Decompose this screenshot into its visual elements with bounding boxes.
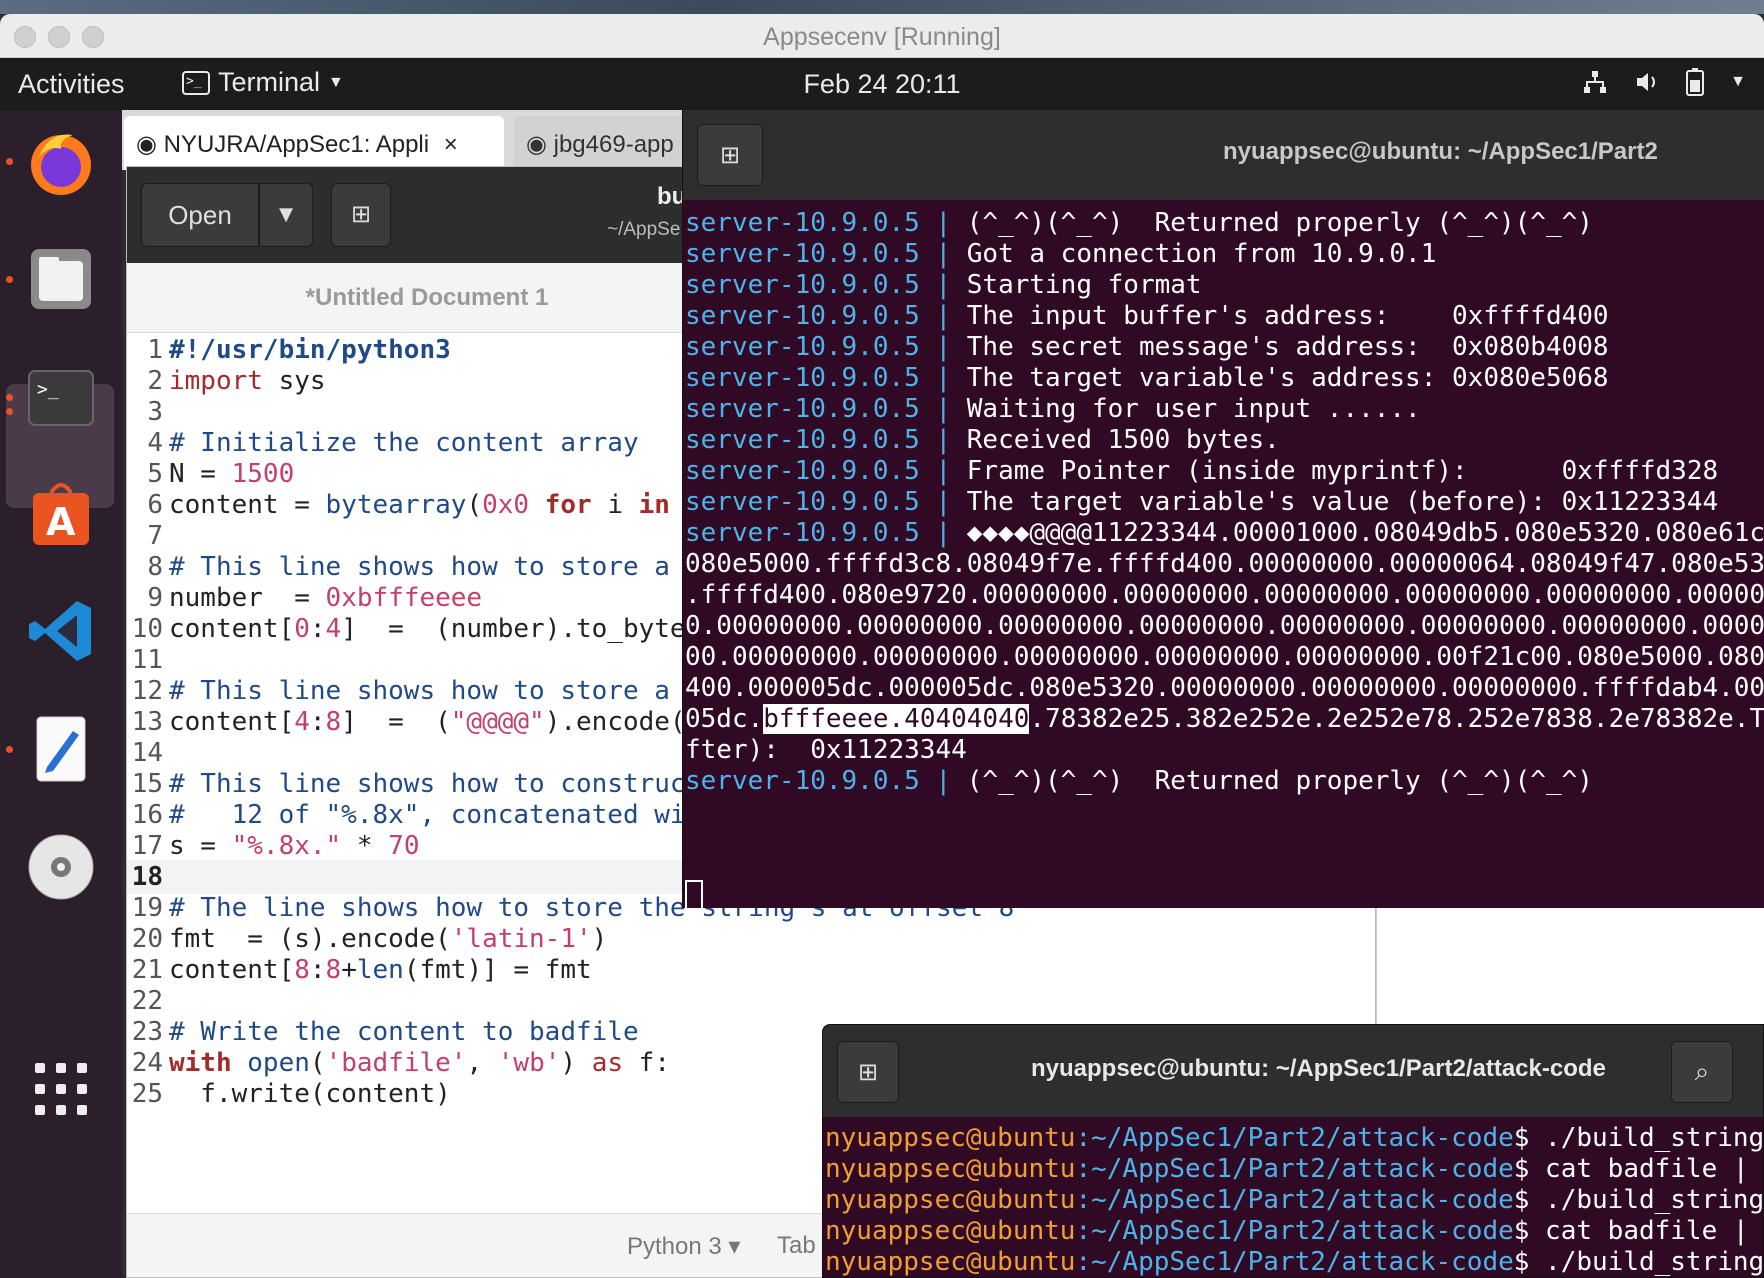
vm-window-titlebar: Appsecenv [Running] <box>0 14 1764 58</box>
prompt-line: nyuappsec@ubuntu:~/AppSec1/Part2/attack-… <box>825 1247 1763 1277</box>
terminal-line: server-10.9.0.5 | ◆◆◆◆@@@@11223344.00001… <box>685 518 1764 548</box>
new-terminal-tab-button[interactable]: ⊞ <box>837 1041 899 1103</box>
github-icon: ◉ <box>526 131 547 158</box>
running-indicator <box>6 394 13 401</box>
terminal-title: nyuappsec@ubuntu: ~/AppSec1/Part2 <box>1223 138 1658 165</box>
terminal-line: 05dc.bfffeeee.40404040.78382e25.382e252e… <box>685 704 1764 734</box>
terminal-line: server-10.9.0.5 | The secret message's a… <box>685 332 1609 362</box>
terminal-cursor <box>685 880 703 914</box>
language-selector[interactable]: Python 3 ▾ <box>627 1232 740 1261</box>
terminal-line: server-10.9.0.5 | The target variable's … <box>685 487 1719 517</box>
terminal-line: server-10.9.0.5 | (^_^)(^_^) Returned pr… <box>685 766 1593 796</box>
desktop-background <box>0 0 1764 14</box>
browser-tab-label: jbg469-app <box>553 131 674 158</box>
software-center-icon: A <box>33 483 89 545</box>
open-button[interactable]: Open <box>141 183 259 247</box>
disc-launcher[interactable] <box>22 828 100 906</box>
terminal-line: 00.00000000.00000000.00000000.00000000.0… <box>685 642 1764 672</box>
files-launcher[interactable] <box>22 240 100 318</box>
terminal-output[interactable]: nyuappsec@ubuntu:~/AppSec1/Part2/attack-… <box>825 1121 1763 1277</box>
show-applications-button[interactable] <box>22 1050 100 1128</box>
gedit-subtitle: ~/AppSe <box>607 219 681 240</box>
svg-text:>_: >_ <box>37 379 59 400</box>
ubuntu-dock: >_ A <box>0 110 122 1278</box>
text-editor-launcher[interactable] <box>22 710 100 788</box>
chevron-down-icon: ▼ <box>279 204 293 225</box>
new-tab-icon: ⊞ <box>719 141 741 169</box>
new-document-button[interactable]: ⊞ <box>331 183 391 247</box>
search-icon: ⌕ <box>1694 1057 1710 1087</box>
selected-text[interactable]: bfffeeee.40404040 <box>763 704 1030 734</box>
system-tray[interactable]: ▼ <box>1582 68 1746 96</box>
software-launcher[interactable]: A <box>22 474 100 552</box>
vm-window-title: Appsecenv [Running] <box>763 23 1001 51</box>
svg-text:A: A <box>46 500 76 544</box>
code-line: 21 content[8:8+len(fmt)] = fmt <box>131 955 592 985</box>
terminal-output[interactable]: server-10.9.0.5 | (^_^)(^_^) Returned pr… <box>685 206 1764 906</box>
terminal-search-button[interactable]: ⌕ <box>1671 1041 1733 1103</box>
prompt-line: nyuappsec@ubuntu:~/AppSec1/Part2/attack-… <box>825 1216 1763 1246</box>
browser-tab-jbg469[interactable]: ◉ jbg469-app <box>514 116 704 170</box>
terminal-icon: >_ <box>28 370 94 426</box>
running-indicator <box>6 158 13 165</box>
terminal-line: 400.000005dc.000005dc.080e5320.00000000.… <box>685 673 1764 703</box>
prompt-line: nyuappsec@ubuntu:~/AppSec1/Part2/attack-… <box>825 1185 1763 1215</box>
text-editor-icon <box>36 716 86 782</box>
document-tab[interactable]: *Untitled Document 1 <box>127 263 727 333</box>
new-tab-icon: ⊞ <box>857 1058 879 1086</box>
code-line: 22 <box>131 986 163 1016</box>
terminal-line: server-10.9.0.5 | (^_^)(^_^) Returned pr… <box>685 208 1593 238</box>
battery-icon <box>1686 68 1705 96</box>
terminal-line: 0.00000000.00000000.00000000.00000000.00… <box>685 611 1764 641</box>
terminal-line: server-10.9.0.5 | Received 1500 bytes. <box>685 425 1280 455</box>
terminal-window-part2[interactable]: ⊞ nyuappsec@ubuntu: ~/AppSec1/Part2 serv… <box>682 110 1764 914</box>
firefox-icon <box>31 134 91 195</box>
terminal-line: server-10.9.0.5 | Got a connection from … <box>685 239 1437 269</box>
prompt-line: nyuappsec@ubuntu:~/AppSec1/Part2/attack-… <box>825 1123 1763 1153</box>
files-icon <box>31 249 91 309</box>
prompt-line: nyuappsec@ubuntu:~/AppSec1/Part2/attack-… <box>825 1154 1763 1184</box>
terminal-line: server-10.9.0.5 | Starting format <box>685 270 1202 300</box>
terminal-headerbar: ⊞ nyuappsec@ubuntu: ~/AppSec1/Part2 <box>683 110 1764 200</box>
system-menu-chevron-icon: ▼ <box>1730 73 1746 90</box>
background-window-panel <box>1376 908 1764 1028</box>
terminal-line: server-10.9.0.5 | Waiting for user input… <box>685 394 1421 424</box>
new-tab-icon: ⊞ <box>350 200 372 228</box>
network-icon <box>1584 71 1607 93</box>
app-grid-icon <box>35 1063 87 1115</box>
running-indicator <box>6 408 13 415</box>
ubuntu-top-bar: Activities >_ Terminal ▼ Feb 24 20:11 ▼ <box>0 58 1764 110</box>
code-line: 20 fmt = (s).encode('latin-1') <box>131 924 608 954</box>
vscode-icon <box>29 601 91 661</box>
clock[interactable]: Feb 24 20:11 <box>0 69 1764 100</box>
running-indicator <box>6 276 13 283</box>
terminal-window-attack-code[interactable]: ⊞ nyuappsec@ubuntu: ~/AppSec1/Part2/atta… <box>822 1024 1764 1278</box>
firefox-launcher[interactable] <box>22 124 100 202</box>
terminal-launcher[interactable]: >_ <box>22 358 100 436</box>
browser-tab-appsec1[interactable]: ◉ NYUJRA/AppSec1: Appli × <box>124 116 504 170</box>
terminal-line: fter): 0x11223344 <box>685 735 967 765</box>
open-recent-dropdown[interactable]: ▼ <box>259 183 313 247</box>
terminal-line: .ffffd400.080e9720.00000000.00000000.000… <box>685 580 1764 610</box>
new-terminal-tab-button[interactable]: ⊞ <box>697 124 763 186</box>
github-icon: ◉ <box>136 131 157 158</box>
terminal-line: server-10.9.0.5 | The target variable's … <box>685 363 1609 393</box>
terminal-line: server-10.9.0.5 | The input buffer's add… <box>685 301 1609 331</box>
terminal-headerbar: ⊞ nyuappsec@ubuntu: ~/AppSec1/Part2/atta… <box>823 1025 1763 1117</box>
close-tab-icon[interactable]: × <box>444 131 458 158</box>
terminal-line: server-10.9.0.5 | Frame Pointer (inside … <box>685 456 1719 486</box>
terminal-line: 080e5000.ffffd3c8.08049f7e.ffffd400.0000… <box>685 549 1764 579</box>
volume-icon <box>1637 73 1656 91</box>
vscode-launcher[interactable] <box>22 592 100 670</box>
running-indicator <box>6 746 13 753</box>
terminal-title: nyuappsec@ubuntu: ~/AppSec1/Part2/attack… <box>1031 1055 1606 1082</box>
disc-icon <box>28 834 94 900</box>
browser-tab-label: NYUJRA/AppSec1: Appli <box>163 131 430 158</box>
tab-width-selector[interactable]: Tab <box>777 1232 816 1260</box>
